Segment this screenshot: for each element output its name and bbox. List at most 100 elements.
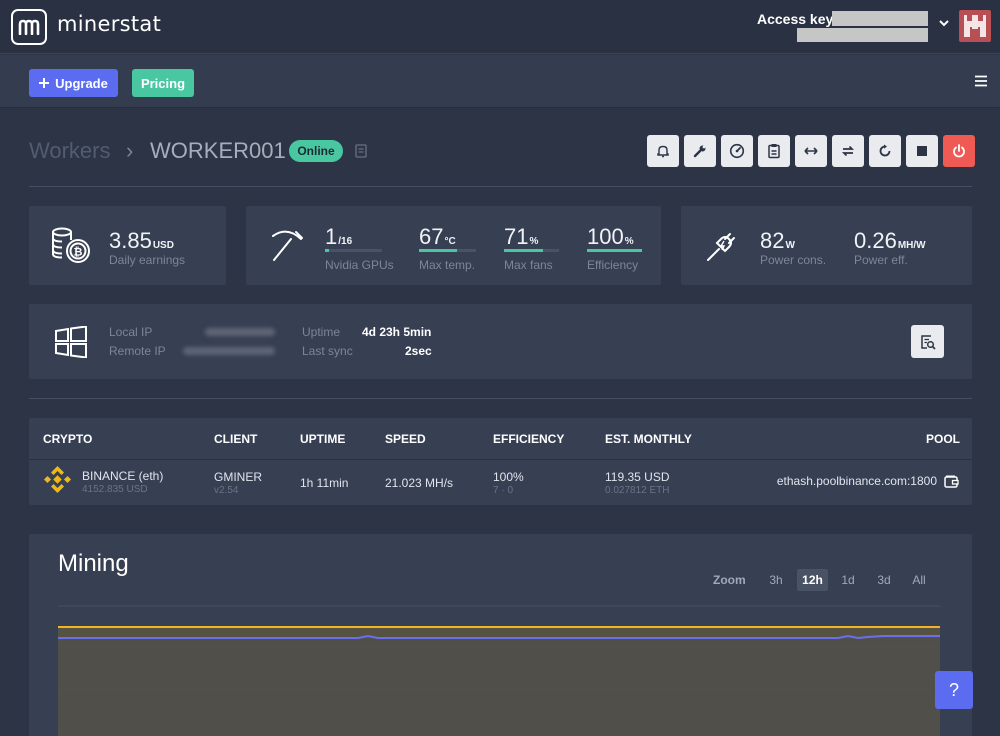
top-bar: minerstat Access key: [0,0,1000,54]
sync-icon [841,145,855,157]
local-ip-label: Local IP [109,325,153,339]
divider [29,398,972,399]
logs-button[interactable] [758,135,790,167]
column-header-crypto[interactable]: CRYPTO [43,432,92,446]
column-header-uptime[interactable]: UPTIME [300,432,345,446]
table-header-divider [29,459,972,460]
status-badge: Online [289,140,343,162]
row-est-monthly-coin: 0.027812 ETH [605,485,670,496]
notes-icon[interactable] [355,144,368,158]
power-card: 82W Power cons. 0.26MH/W Power eff. [681,206,972,285]
last-sync-value: 2sec [405,344,432,358]
daily-earnings-label: Daily earnings [109,253,186,267]
mining-chart[interactable] [58,605,940,736]
pricing-button[interactable]: Pricing [132,69,194,97]
upgrade-button[interactable]: Upgrade [29,69,118,97]
help-button[interactable]: ? [935,671,973,709]
page-title: WORKER001 [150,138,286,163]
power-button[interactable] [943,135,975,167]
wallet-icon[interactable] [944,474,959,488]
access-key-secret-redacted [797,28,928,42]
sync-button[interactable] [832,135,864,167]
config-button[interactable] [684,135,716,167]
restart-icon [879,144,891,157]
max-fans-label: Max fans [504,258,553,272]
access-key-value-redacted [832,11,928,26]
power-consumption-label: Power cons. [760,253,827,267]
mining-chart-title: Mining [58,550,129,577]
stop-icon [917,146,927,156]
avatar[interactable] [959,10,991,42]
gpu-stats-card: 1/16 Nvidia GPUs 67°C Max temp. 71% Max … [246,206,661,285]
gpu-count-bar-fill [325,249,329,252]
svg-text:₿: ₿ [74,246,83,259]
binance-coin-icon [43,466,72,493]
efficiency-value: 100% [587,224,634,249]
zoom-all[interactable]: All [908,569,930,591]
app-name[interactable]: minerstat [57,12,161,36]
efficiency-bar [587,249,642,252]
row-speed: 21.023 MH/s [385,476,454,490]
max-temp-bar [419,249,476,252]
max-fans-value: 71% [504,224,539,249]
client-version: v2.54 [214,485,239,496]
chevron-down-icon[interactable] [938,17,950,29]
upgrade-label: Upgrade [55,75,108,91]
zoom-12h[interactable]: 12h [797,569,828,591]
arrows-horizontal-icon [804,147,818,155]
row-est-monthly: 119.35 USD [605,470,670,484]
zoom-3h[interactable]: 3h [764,569,788,591]
zoom-label: Zoom [713,573,746,587]
column-header-speed[interactable]: SPEED [385,432,426,446]
power-icon [953,144,965,158]
hamburger-menu-icon[interactable] [975,75,987,87]
row-shares: 7 · 0 [493,485,514,496]
switch-button[interactable] [795,135,827,167]
gauge-icon [729,143,745,159]
client-name: GMINER [214,470,262,484]
row-uptime: 1h 11min [300,476,349,490]
stop-button[interactable] [906,135,938,167]
remote-ip-value-redacted [183,347,275,355]
clipboard-icon [768,144,780,159]
column-header-pool[interactable]: POOL [926,432,960,446]
alerts-button[interactable] [647,135,679,167]
power-efficiency-value: 0.26MH/W [854,228,926,253]
row-pool[interactable]: ethash.poolbinance.com:1800 [777,474,937,488]
last-sync-label: Last sync [302,344,353,358]
windows-icon [55,326,87,358]
efficiency-bar-fill [587,249,642,252]
max-temp-label: Max temp. [419,258,476,272]
remote-ip-label: Remote IP [109,344,166,358]
crypto-price: 4152.835 USD [82,484,148,495]
coins-icon: ₿ [52,227,90,263]
restart-button[interactable] [869,135,901,167]
minerstat-logo-icon[interactable] [11,9,47,45]
daily-earnings-value: 3.85USD [109,228,174,253]
zoom-1d[interactable]: 1d [836,569,860,591]
breadcrumb-workers[interactable]: Workers [29,138,111,164]
wrench-icon [693,145,706,158]
max-fans-bar-fill [504,249,544,252]
max-fans-bar [504,249,559,252]
column-header-efficiency[interactable]: EFFICIENCY [493,432,564,446]
column-header-client[interactable]: CLIENT [214,432,257,446]
divider [29,186,972,187]
zoom-3d[interactable]: 3d [872,569,896,591]
identicon-icon [964,15,986,37]
plug-icon [707,233,735,261]
earnings-card: ₿ 3.85USD Daily earnings [29,206,226,285]
breadcrumb-separator: › [126,138,134,163]
sub-bar: Upgrade Pricing [0,55,1000,108]
power-consumption-value: 82W [760,228,795,253]
row-efficiency: 100% [493,470,524,484]
column-header-est-monthly[interactable]: EST. MONTHLY [605,432,692,446]
max-temp-bar-fill [419,249,458,252]
inspect-button[interactable] [911,325,944,358]
gpu-count-value: 1/16 [325,224,353,249]
overclock-button[interactable] [721,135,753,167]
document-search-icon [920,334,936,350]
uptime-label: Uptime [302,325,341,339]
worker-actions [647,135,975,167]
efficiency-label: Efficiency [587,258,639,272]
